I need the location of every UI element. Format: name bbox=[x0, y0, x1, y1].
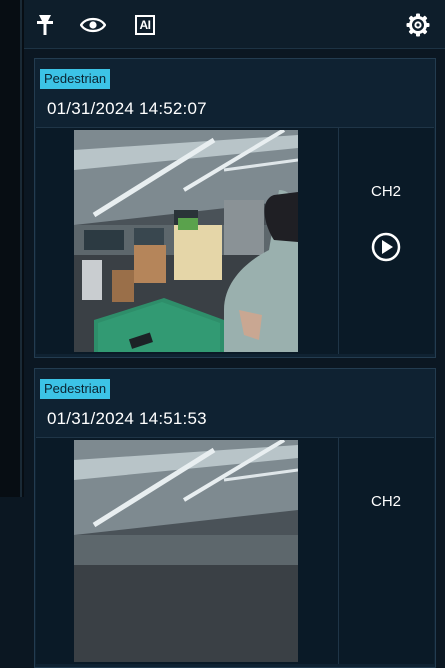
event-type-tag: Pedestrian bbox=[40, 69, 111, 89]
left-panel-edge bbox=[0, 0, 24, 497]
ai-icon[interactable]: AI bbox=[132, 12, 158, 38]
channel-label: CH2 bbox=[370, 183, 401, 200]
event-timestamp: 01/31/2024 14:51:53 bbox=[47, 409, 207, 428]
ai-icon-label: AI bbox=[135, 15, 155, 35]
gear-icon[interactable] bbox=[405, 12, 431, 38]
play-button[interactable] bbox=[371, 232, 401, 262]
panel-seam bbox=[20, 0, 22, 497]
event-content: CH2 bbox=[36, 437, 434, 664]
event-toolbar: AI bbox=[24, 0, 445, 49]
snapshot-thumbnail[interactable] bbox=[74, 440, 298, 662]
snapshot-thumbnail[interactable] bbox=[74, 130, 298, 352]
channel-label: CH2 bbox=[370, 493, 401, 510]
event-timestamp: 01/31/2024 14:52:07 bbox=[47, 99, 207, 118]
event-list[interactable]: Pedestrian 01/31/2024 14:52:07 CH2 Pedes… bbox=[24, 50, 445, 668]
play-icon bbox=[371, 232, 401, 262]
event-type-tag: Pedestrian bbox=[40, 379, 111, 399]
content-divider bbox=[338, 128, 339, 354]
event-content: CH2 bbox=[36, 127, 434, 354]
pin-icon[interactable] bbox=[32, 12, 58, 38]
eye-icon[interactable] bbox=[80, 12, 106, 38]
content-divider bbox=[338, 438, 339, 664]
event-card[interactable]: Pedestrian 01/31/2024 14:52:07 CH2 bbox=[34, 58, 436, 358]
event-card[interactable]: Pedestrian 01/31/2024 14:51:53 CH2 bbox=[34, 368, 436, 668]
